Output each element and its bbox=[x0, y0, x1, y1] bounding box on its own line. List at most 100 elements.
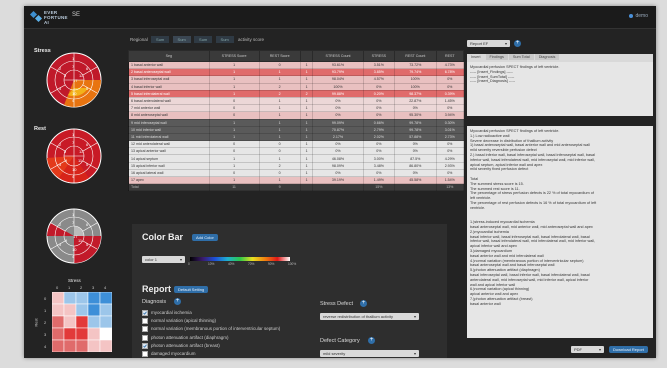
diagnosis-item[interactable]: normal variation (apical thinning) bbox=[142, 318, 216, 325]
table-cell: 1 bbox=[208, 60, 260, 70]
tab-sum-3[interactable]: Sum bbox=[194, 36, 213, 43]
diagnosis-item[interactable]: photon attenuation artifact (breast) bbox=[142, 342, 220, 349]
table-cell: 12 mid anterolateral wall bbox=[128, 140, 210, 149]
report-type-select[interactable]: Report EF ▾ bbox=[467, 40, 510, 47]
table-cell: 1 bbox=[299, 118, 314, 127]
table-cell: 0% bbox=[394, 168, 437, 178]
chevron-down-icon: ▾ bbox=[179, 257, 182, 262]
table-row[interactable]: 6 basal anterolateral wall 0 1 1 0% 0% 22.87% 1… bbox=[128, 96, 465, 106]
table-cell bbox=[394, 183, 437, 192]
table-cell: 1 bbox=[258, 125, 301, 134]
diagnosis-checkbox[interactable] bbox=[142, 326, 148, 333]
diagnosis-item[interactable]: myocardial ischemia bbox=[142, 310, 192, 316]
table-cell: 46.08% bbox=[312, 154, 364, 163]
matrix-col-label: 4 bbox=[104, 285, 107, 290]
table-cell: 0.39% bbox=[435, 89, 465, 98]
table-cell: 17 apex bbox=[128, 175, 210, 185]
template-tab[interactable]: Insert bbox=[467, 54, 485, 60]
table-cell: 11 mid inferolateral wall bbox=[128, 132, 210, 142]
chevron-down-icon: ▾ bbox=[504, 41, 507, 46]
table-cell: 0 bbox=[258, 147, 301, 156]
table-cell: 39.19% bbox=[312, 175, 364, 185]
table-cell: 5 basal inferolateral wall bbox=[128, 89, 210, 98]
table-row[interactable]: 4 basal inferior wall 1 2 1 100% 0% 100% 0% bbox=[128, 82, 465, 91]
diagnosis-item[interactable]: normal variation (membranous portion of … bbox=[142, 326, 280, 333]
table-cell: 1 bbox=[208, 125, 260, 134]
svg-text:17: 17 bbox=[73, 78, 78, 83]
stress-defect-select[interactable]: reverse redistribution of thallium activ… bbox=[320, 313, 419, 320]
report-textarea[interactable]: Myocardial perfusion SPECT findings of l… bbox=[467, 126, 653, 338]
tab-sum-4[interactable]: Sum bbox=[215, 36, 234, 43]
color-select[interactable]: color 1 ▾ bbox=[142, 256, 185, 263]
table-row[interactable]: 1 basal anterior wall 1 0 1 93.61% 3.51% 73.72… bbox=[128, 60, 465, 70]
table-cell: 11 bbox=[208, 183, 260, 192]
diagnosis-checkbox[interactable] bbox=[142, 318, 148, 325]
tab-sum-2[interactable]: Sum bbox=[172, 36, 191, 43]
stress-rest-matrix bbox=[52, 292, 112, 352]
table-cell: 1 bbox=[258, 175, 301, 185]
table-row[interactable]: Total 11 9 15% 13% bbox=[128, 183, 465, 192]
add-stress-defect-button[interactable]: + bbox=[360, 300, 367, 307]
diagnosis-checkbox[interactable] bbox=[142, 310, 148, 316]
table-row[interactable]: 13 apical anterior wall 0 0 1 0% 0% 0% 0% bbox=[128, 147, 465, 156]
tab-sum-1[interactable]: Sum bbox=[151, 36, 170, 43]
default-setting-button[interactable]: Default Setting bbox=[174, 286, 209, 293]
user-menu[interactable]: demo bbox=[629, 13, 648, 19]
table-cell: 0% bbox=[394, 147, 437, 156]
table-row[interactable]: 2 basal anteroseptal wall 1 1 1 93.79% 3.85% 7… bbox=[128, 68, 465, 77]
diagnosis-checkbox[interactable] bbox=[142, 334, 148, 341]
table-row[interactable]: 16 apical lateral wall 0 0 1 0% 0% 0% 0% bbox=[128, 168, 465, 178]
table-row[interactable]: 17 apex 1 1 1 39.19% 1.49% 45.58% 1.54% bbox=[128, 175, 465, 185]
table-cell: 0 bbox=[258, 168, 301, 178]
table-row[interactable]: 7 mid anterior wall 0 1 1 0% 0% 0% 0% bbox=[128, 104, 465, 113]
template-tab[interactable]: Findings bbox=[485, 54, 508, 60]
table-row[interactable]: 15 apical inferior wall 1 2 1 98.09% 3.48% 86.… bbox=[128, 161, 465, 170]
table-cell: 99.78% bbox=[394, 125, 437, 134]
table-cell bbox=[312, 183, 364, 192]
table-row[interactable]: 9 mid inferoseptal wall 1 1 1 99.09% 0.66% 99.… bbox=[128, 118, 465, 127]
download-report-button[interactable]: Download Report bbox=[609, 346, 648, 353]
table-row[interactable]: 11 mid inferolateral wall 1 1 1 2.17% 2.02% 57… bbox=[128, 132, 465, 142]
add-template-button[interactable]: + bbox=[514, 40, 521, 47]
table-cell: 0% bbox=[435, 140, 465, 149]
table-cell: 2 bbox=[258, 89, 301, 98]
table-cell: 0% bbox=[312, 96, 364, 106]
add-color-button[interactable]: Add Color bbox=[192, 234, 218, 241]
svg-text:10: 10 bbox=[72, 167, 77, 172]
table-cell: 1 bbox=[208, 154, 260, 163]
diagnosis-item[interactable]: photon attenuation artifact (diaphragm) bbox=[142, 334, 229, 341]
table-row[interactable]: 5 basal inferolateral wall 1 2 2 99.88% 0.20%… bbox=[128, 89, 465, 98]
add-defect-category-button[interactable]: + bbox=[368, 337, 375, 344]
add-diagnosis-button[interactable]: + bbox=[174, 298, 181, 305]
table-cell: 0% bbox=[362, 104, 396, 113]
table-cell: 2.02% bbox=[362, 132, 396, 142]
matrix-row-label: 2 bbox=[44, 320, 47, 325]
table-cell: 1 bbox=[299, 75, 314, 84]
table-row[interactable]: 12 mid anterolateral wall 0 0 1 0% 0% 0% 0% bbox=[128, 140, 465, 149]
table-cell: 0 bbox=[258, 60, 301, 70]
matrix-col-label: 1 bbox=[68, 285, 71, 290]
table-row[interactable]: 3 basal inferoseptal wall 1 1 1 98.04% 4.57% 1… bbox=[128, 75, 465, 84]
format-select[interactable]: PDF ▾ bbox=[571, 346, 604, 353]
matrix-row-label: 0 bbox=[44, 296, 47, 301]
template-tab[interactable]: Diagnosis bbox=[534, 54, 560, 60]
table-cell: 3.94% bbox=[435, 111, 465, 120]
defect-category-select[interactable]: mild severity ▾ bbox=[320, 350, 419, 357]
diagnosis-checkbox[interactable] bbox=[142, 351, 148, 357]
table-cell: 1 bbox=[208, 68, 260, 77]
template-editor[interactable]: Myocardial perfusion SPECT findings of l… bbox=[467, 62, 653, 116]
table-row[interactable]: 8 mid anteroseptal wall 0 1 1 0% 0% 95.30% 3.94… bbox=[128, 111, 465, 120]
difference-polar-map: 165 432 7119 1017 bbox=[46, 208, 102, 264]
table-cell: 1 bbox=[299, 168, 314, 178]
diagnosis-item[interactable]: damaged myocardium bbox=[142, 351, 196, 357]
template-tab[interactable]: Sum Total bbox=[508, 54, 534, 60]
table-row[interactable]: 14 apical septum 1 1 1 46.08% 3.00% 87.5% 4.29% bbox=[128, 154, 465, 163]
table-cell: 2 bbox=[258, 82, 301, 91]
diagnosis-checkbox[interactable] bbox=[142, 342, 148, 349]
segment-table: Seg STRESS Score REST Score STRESS Count STR… bbox=[128, 50, 465, 192]
table-cell: 2 bbox=[258, 161, 301, 170]
table-cell: 1 bbox=[299, 161, 314, 170]
diagnosis-label: photon attenuation artifact (breast) bbox=[151, 342, 220, 348]
table-cell: 6 basal anterolateral wall bbox=[128, 96, 210, 106]
table-row[interactable]: 10 mid inferior wall 1 1 1 70.87% 2.79% 99.78%… bbox=[128, 125, 465, 134]
